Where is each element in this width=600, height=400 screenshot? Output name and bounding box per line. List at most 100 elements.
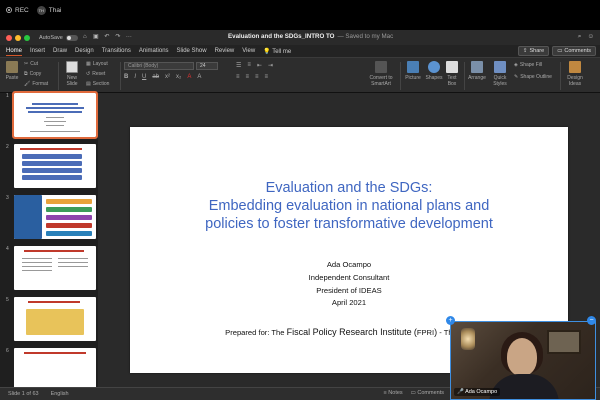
- tab-insert[interactable]: Insert: [30, 48, 45, 54]
- share-icon: ⇪: [522, 48, 528, 54]
- minimize-window-button[interactable]: [15, 34, 21, 41]
- author-role: Independent Consultant: [308, 272, 390, 282]
- search-icon[interactable]: ⌕: [578, 33, 582, 41]
- shape-fill-label: Shape Fill: [519, 62, 543, 68]
- tab-transitions[interactable]: Transitions: [102, 48, 131, 54]
- copy-button[interactable]: ⧉ Copy: [24, 71, 41, 77]
- cut-label: Cut: [30, 61, 38, 67]
- participant-name: Ada Ocampo: [465, 389, 498, 395]
- justify-icon[interactable]: ≡: [265, 74, 269, 80]
- italic-icon[interactable]: I: [134, 74, 136, 80]
- tab-design[interactable]: Design: [75, 48, 94, 54]
- font-size-select[interactable]: 24: [196, 62, 218, 70]
- tab-home[interactable]: Home: [6, 48, 23, 56]
- decrease-indent-icon[interactable]: ⇤: [257, 62, 262, 69]
- clipboard-icon: [6, 61, 18, 73]
- shape-fill-button[interactable]: ◈ Shape Fill: [514, 62, 542, 68]
- subscript-icon[interactable]: x₂: [176, 74, 181, 80]
- participant-video[interactable]: 🎤 Ada Ocampo: [450, 321, 596, 400]
- reset-button[interactable]: ↺ Reset: [86, 71, 105, 77]
- cut-button[interactable]: ✂ Cut: [24, 61, 38, 67]
- increase-indent-icon[interactable]: ⇥: [268, 62, 273, 69]
- shapes-label: Shapes: [425, 75, 443, 81]
- tab-view[interactable]: View: [242, 48, 255, 54]
- shapes-icon: [428, 61, 440, 73]
- rec-label: REC: [15, 6, 29, 14]
- add-icon[interactable]: +: [446, 316, 455, 325]
- tell-me-search[interactable]: 💡 Tell me: [263, 48, 291, 55]
- recording-indicator: REC: [6, 7, 29, 14]
- autosave-label: AutoSave: [39, 34, 63, 41]
- bullets-icon[interactable]: ☰: [236, 62, 241, 69]
- paint-bucket-icon: ◈: [514, 62, 518, 68]
- underline-icon[interactable]: U: [142, 74, 146, 80]
- comment-icon: ▭: [557, 48, 563, 54]
- title-line: Embedding evaluation in national plans a…: [208, 198, 490, 214]
- tab-animations[interactable]: Animations: [139, 48, 169, 54]
- comments-button[interactable]: ▭ Comments: [552, 46, 596, 56]
- font-format-row: B I U ab x² x₂ A A: [124, 74, 201, 80]
- autosave-toggle[interactable]: AutoSave: [39, 34, 78, 41]
- strikethrough-icon[interactable]: ab: [152, 74, 159, 80]
- format-painter-button[interactable]: 🖌 Format: [24, 81, 48, 87]
- paste-button[interactable]: Paste: [4, 61, 20, 81]
- save-icon[interactable]: ▣: [92, 34, 100, 41]
- author-role: President of IDEAS: [316, 285, 382, 295]
- quick-styles-button[interactable]: Quick Styles: [489, 61, 511, 87]
- smiley-icon[interactable]: ☺: [587, 33, 594, 41]
- format-label: Format: [32, 81, 49, 87]
- interpretation-language[interactable]: TH Thai: [36, 5, 61, 15]
- superscript-icon[interactable]: x²: [165, 74, 170, 80]
- reset-icon: ↺: [86, 71, 91, 77]
- share-label: Share: [529, 48, 545, 54]
- institute-acronym: FPRI: [416, 328, 435, 337]
- slide-title[interactable]: Evaluation and the SDGs: Embedding evalu…: [130, 179, 568, 233]
- picture-button[interactable]: Picture: [403, 61, 423, 81]
- undo-icon[interactable]: ↶: [103, 34, 111, 41]
- home-icon[interactable]: ⌂: [81, 34, 89, 41]
- document-filename: Evaluation and the SDGs_INTRO TO: [228, 33, 335, 40]
- more-icon[interactable]: ···: [125, 34, 133, 41]
- reset-label: Reset: [92, 71, 106, 77]
- bold-icon[interactable]: B: [124, 74, 128, 80]
- tab-review[interactable]: Review: [215, 48, 235, 54]
- design-ideas-icon: [569, 61, 581, 73]
- presentation-date: April 2021: [331, 298, 367, 308]
- quick-styles-icon: [494, 61, 506, 73]
- font-color-icon[interactable]: A: [187, 74, 191, 80]
- minimize-video-icon[interactable]: −: [587, 316, 596, 325]
- thumbnail-preview: [12, 91, 98, 139]
- close-window-button[interactable]: [6, 34, 12, 41]
- text-box-button[interactable]: Text Box: [444, 61, 460, 87]
- font-name-select[interactable]: Calibri (Body): [124, 62, 194, 70]
- convert-smartart-button[interactable]: Convert to SmartArt: [366, 61, 396, 87]
- align-right-icon[interactable]: ≡: [255, 74, 259, 80]
- redo-icon[interactable]: ↷: [114, 34, 122, 41]
- copy-icon: ⧉: [24, 71, 28, 77]
- slide-subtitle[interactable]: Ada Ocampo Independent Consultant Presid…: [130, 259, 568, 310]
- layout-button[interactable]: ▦ Layout: [86, 61, 108, 67]
- tab-slide-show[interactable]: Slide Show: [177, 48, 207, 54]
- notes-button[interactable]: ≡ Notes: [384, 390, 403, 396]
- share-button[interactable]: ⇪ Share: [517, 46, 550, 56]
- globe-icon: TH: [36, 5, 46, 15]
- design-ideas-button[interactable]: Design Ideas: [563, 61, 587, 87]
- institute-name: Fiscal Policy Research Institute: [286, 327, 412, 337]
- tab-draw[interactable]: Draw: [53, 48, 67, 54]
- language-indicator[interactable]: English: [51, 391, 69, 397]
- section-button[interactable]: ▤ Section: [86, 81, 109, 87]
- record-icon: [6, 7, 12, 13]
- align-center-icon[interactable]: ≡: [246, 74, 250, 80]
- align-left-icon[interactable]: ≡: [236, 74, 240, 80]
- comments-status-button[interactable]: ▭ Comments: [411, 390, 444, 396]
- layout-icon: ▦: [86, 61, 91, 67]
- numbering-icon[interactable]: ≡: [247, 62, 251, 69]
- highlight-icon[interactable]: A: [197, 74, 201, 80]
- thumbnail-preview: [14, 348, 96, 392]
- shape-outline-button[interactable]: ✎ Shape Outline: [514, 74, 552, 80]
- new-slide-button[interactable]: New Slide: [62, 61, 82, 87]
- maximize-window-button[interactable]: [24, 34, 30, 41]
- arrange-button[interactable]: Arrange: [467, 61, 487, 81]
- text-box-icon: [446, 61, 458, 73]
- shapes-button[interactable]: Shapes: [424, 61, 444, 81]
